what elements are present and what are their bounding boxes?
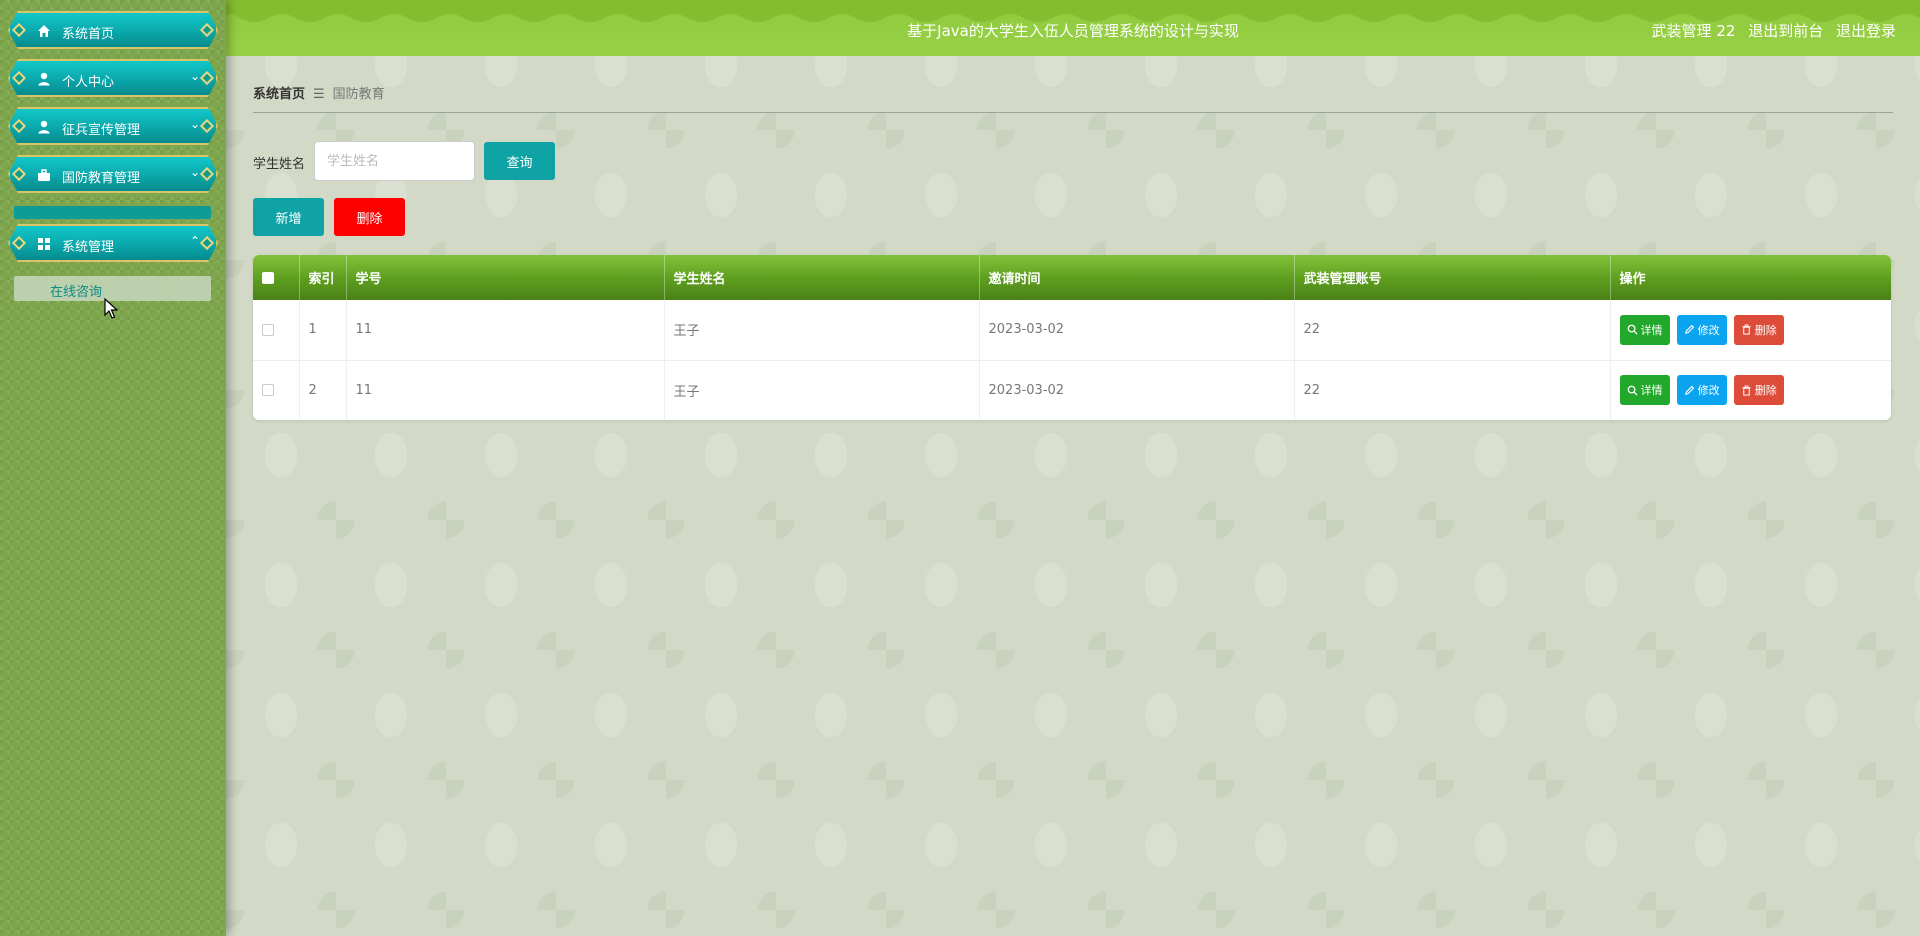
cell-index: 2 xyxy=(299,360,347,420)
trash-icon xyxy=(1742,324,1751,335)
detail-button[interactable]: 详情 xyxy=(1619,375,1670,405)
chevron-down-icon: ⌄ xyxy=(189,165,200,179)
sidebar-item-defense-education[interactable]: 国防教育管理 ⌄ xyxy=(8,155,218,193)
chevron-down-icon: ⌄ xyxy=(189,117,200,131)
main-background xyxy=(226,0,1920,936)
sidebar-item-label: 系统管理 xyxy=(62,240,115,255)
breadcrumb-current: 国防教育 xyxy=(332,87,385,102)
sidebar-item-label: 征兵宣传管理 xyxy=(62,123,141,138)
breadcrumb-separator-icon: ☰ xyxy=(313,87,325,102)
edit-button[interactable]: 修改 xyxy=(1676,314,1727,345)
column-header: 邀请时间 xyxy=(979,255,1295,300)
cell-student-name: 王子 xyxy=(664,360,980,420)
row-checkbox[interactable] xyxy=(262,323,274,336)
cell-invite-time: 2023-03-02 xyxy=(979,360,1295,420)
batch-delete-button[interactable]: 删除 xyxy=(334,198,405,236)
header-user-area: 武装管理 22 退出到前台 退出登录 xyxy=(1644,20,1896,41)
user-icon xyxy=(36,71,52,87)
search-icon xyxy=(1627,324,1638,335)
pencil-icon xyxy=(1684,385,1694,395)
cell-student-no: 11 xyxy=(346,360,665,420)
sidebar-item-label: 个人中心 xyxy=(62,75,115,90)
cell-account: 22 xyxy=(1294,360,1611,420)
sidebar-item-personal-center[interactable]: 个人中心 ⌄ xyxy=(8,59,218,97)
sidebar-divider-bar xyxy=(14,206,211,219)
grid-icon xyxy=(36,236,52,252)
table-header-row: 索引 学号 学生姓名 邀请时间 武装管理账号 操作 xyxy=(253,255,1891,300)
column-header: 学号 xyxy=(346,255,665,300)
search-icon xyxy=(1627,385,1638,396)
column-header: 武装管理账号 xyxy=(1294,255,1611,300)
select-all-checkbox[interactable] xyxy=(262,271,274,284)
sidebar-item-label: 国防教育管理 xyxy=(62,171,141,186)
edit-button[interactable]: 修改 xyxy=(1676,375,1727,405)
select-all-cell xyxy=(253,255,300,300)
mouse-cursor-icon xyxy=(104,298,118,319)
sidebar-item-recruitment[interactable]: 征兵宣传管理 ⌄ xyxy=(8,107,218,145)
briefcase-icon xyxy=(36,167,52,183)
breadcrumb-home[interactable]: 系统首页 xyxy=(253,87,305,102)
detail-button[interactable]: 详情 xyxy=(1619,314,1670,345)
delete-button[interactable]: 删除 xyxy=(1733,314,1784,345)
search-label: 学生姓名 xyxy=(253,157,306,172)
top-header: 基于Java的大学生入伍人员管理系统的设计与实现 武装管理 22 退出到前台 退… xyxy=(226,0,1920,56)
chevron-up-icon: ⌃ xyxy=(189,234,200,248)
cell-ops: 详情 修改 删除 xyxy=(1610,360,1891,420)
sidebar-item-label: 系统首页 xyxy=(62,27,115,42)
add-button[interactable]: 新增 xyxy=(253,198,324,236)
to-front-link[interactable]: 退出到前台 xyxy=(1748,22,1823,40)
table-row: 1 11 王子 2023-03-02 22 详情 修改 删除 xyxy=(253,300,1891,360)
pencil-icon xyxy=(1684,325,1694,335)
delete-button[interactable]: 删除 xyxy=(1733,375,1784,405)
search-button[interactable]: 查询 xyxy=(484,142,555,180)
data-table: 索引 学号 学生姓名 邀请时间 武装管理账号 操作 1 11 王子 2023-0… xyxy=(253,255,1891,420)
user-icon xyxy=(36,119,52,135)
cell-index: 1 xyxy=(299,300,347,360)
home-icon xyxy=(36,23,52,39)
row-checkbox[interactable] xyxy=(262,384,274,396)
column-header: 操作 xyxy=(1610,255,1891,300)
cell-student-name: 王子 xyxy=(664,300,980,360)
sidebar-item-home[interactable]: 系统首页 xyxy=(8,11,218,49)
cell-account: 22 xyxy=(1294,300,1611,360)
table-row: 2 11 王子 2023-03-02 22 详情 修改 删除 xyxy=(253,360,1891,420)
breadcrumb-divider xyxy=(253,112,1893,113)
cell-invite-time: 2023-03-02 xyxy=(979,300,1295,360)
cell-student-no: 11 xyxy=(346,300,665,360)
trash-icon xyxy=(1742,384,1751,396)
sidebar-item-system-management[interactable]: 系统管理 ⌃ xyxy=(8,224,218,262)
column-header: 索引 xyxy=(299,255,347,300)
chevron-down-icon: ⌄ xyxy=(189,69,200,83)
sidebar: 系统首页 个人中心 ⌄ 征兵宣传管理 ⌄ 国防教育管理 ⌄ 系统管理 ⌃ 在线咨… xyxy=(0,0,226,936)
cell-ops: 详情 修改 删除 xyxy=(1610,300,1891,360)
current-user: 武装管理 22 xyxy=(1651,22,1736,40)
column-header: 学生姓名 xyxy=(664,255,980,300)
breadcrumb: 系统首页 ☰ 国防教育 xyxy=(253,83,385,102)
logout-link[interactable]: 退出登录 xyxy=(1836,22,1896,40)
student-name-search-input[interactable] xyxy=(314,141,475,181)
